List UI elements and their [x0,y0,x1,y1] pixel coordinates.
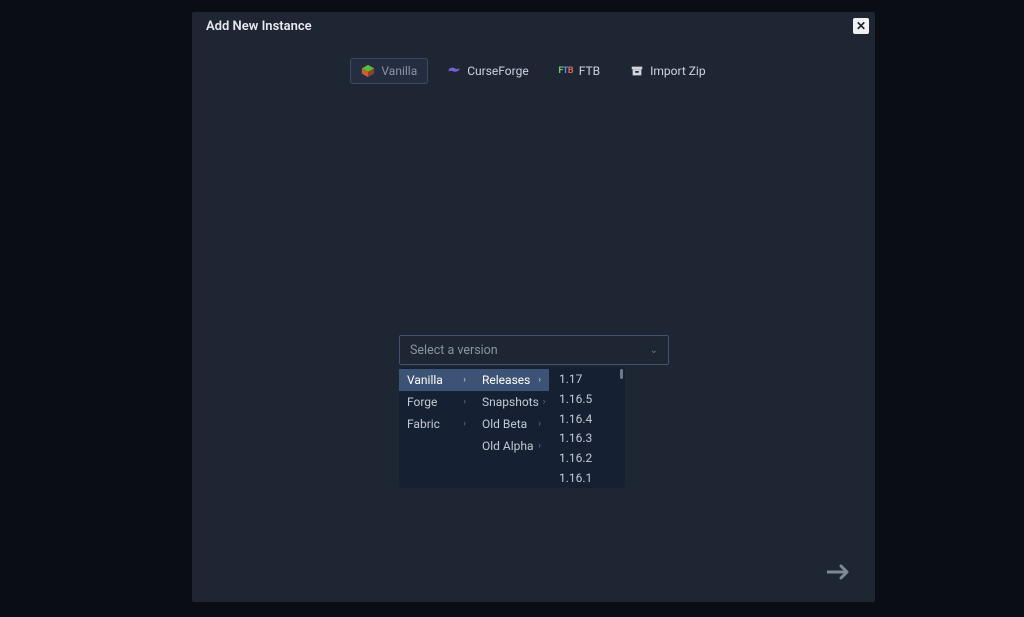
version-label: 1.16.3 [559,431,592,445]
modal-titlebar: Add New Instance ✕ [192,12,875,40]
close-button[interactable]: ✕ [853,18,869,34]
chevron-right-icon: › [538,441,541,451]
chevron-right-icon: › [463,375,466,385]
channel-label: Snapshots [482,395,539,409]
loader-item-forge[interactable]: Forge › [399,391,474,413]
chevron-down-icon: ⌄ [650,345,658,356]
chevron-right-icon: › [543,397,546,407]
loader-item-vanilla[interactable]: Vanilla › [399,369,474,391]
version-dropdown: Vanilla › Forge › Fabric › Releases › Sn… [399,367,625,488]
version-item[interactable]: 1.17 [549,369,625,389]
version-select-wrap: Select a version ⌄ [399,335,669,365]
channel-column: Releases › Snapshots › Old Beta › Old Al… [474,367,549,488]
chevron-right-icon: › [538,419,541,429]
tab-label: Vanilla [381,64,417,78]
version-item[interactable]: 1.16.4 [549,409,625,429]
tab-ftb[interactable]: FTB FTB [548,58,611,84]
tab-curseforge[interactable]: CurseForge [436,58,539,84]
add-instance-modal: Add New Instance ✕ Vanilla CurseForge FT… [192,12,875,602]
tab-label: Import Zip [650,64,705,78]
tab-label: FTB [579,64,600,78]
loader-column: Vanilla › Forge › Fabric › [399,367,474,488]
version-item[interactable]: 1.16.3 [549,428,625,448]
close-icon: ✕ [856,19,866,33]
version-item[interactable]: 1.16.5 [549,389,625,409]
chevron-right-icon: › [463,397,466,407]
channel-label: Old Alpha [482,439,534,453]
version-label: 1.17 [559,372,582,386]
curseforge-icon [447,64,461,78]
archive-icon [630,64,644,78]
ftb-icon: FTB [559,64,573,78]
loader-label: Fabric [407,417,440,431]
tab-label: CurseForge [467,64,528,78]
version-label: 1.16.4 [559,412,592,426]
scrollbar-thumb[interactable] [620,369,623,379]
loader-label: Vanilla [407,373,443,387]
arrow-right-icon [827,565,851,584]
loader-item-fabric[interactable]: Fabric › [399,413,474,435]
version-item[interactable]: 1.16.2 [549,448,625,468]
channel-item-old-alpha[interactable]: Old Alpha › [474,435,549,457]
version-label: 1.16.1 [559,471,592,485]
chevron-right-icon: › [463,419,466,429]
version-select-placeholder: Select a version [410,343,498,358]
channel-item-snapshots[interactable]: Snapshots › [474,391,549,413]
loader-label: Forge [407,395,437,409]
channel-item-old-beta[interactable]: Old Beta › [474,413,549,435]
tab-vanilla[interactable]: Vanilla [350,58,428,84]
next-button[interactable] [827,564,851,584]
channel-label: Old Beta [482,417,527,431]
channel-item-releases[interactable]: Releases › [474,369,549,391]
channel-label: Releases [482,373,530,387]
tab-import-zip[interactable]: Import Zip [619,58,716,84]
version-label: 1.16.2 [559,451,592,465]
version-item[interactable]: 1.16.1 [549,468,625,488]
version-column[interactable]: 1.17 1.16.5 1.16.4 1.16.3 1.16.2 1.16.1 [549,367,625,488]
chevron-right-icon: › [538,375,541,385]
version-label: 1.16.5 [559,392,592,406]
modal-title: Add New Instance [206,19,312,34]
version-select[interactable]: Select a version ⌄ [399,335,669,365]
cube-icon [361,64,375,78]
source-tabs: Vanilla CurseForge FTB FTB Import Zip [192,58,875,84]
